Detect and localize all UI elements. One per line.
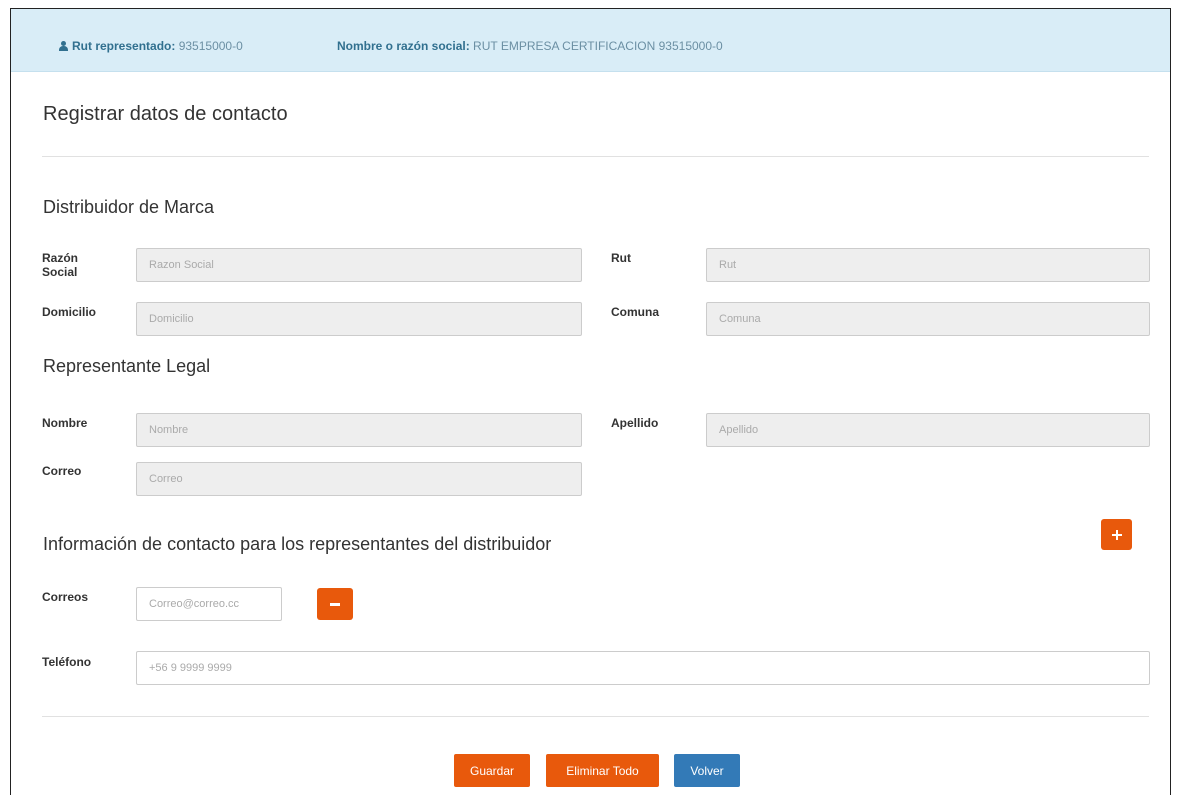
guardar-button[interactable]: Guardar	[454, 754, 530, 787]
name-label: Nombre o razón social:	[337, 39, 470, 53]
rut-label: Rut representado:	[72, 39, 176, 53]
section-representante-title: Representante Legal	[43, 356, 211, 376]
rut-input[interactable]	[706, 248, 1150, 282]
domicilio-label: Domicilio	[42, 305, 97, 319]
telefono-input[interactable]	[136, 651, 1150, 685]
page-title: Registrar datos de contacto	[43, 103, 288, 125]
apellido-label: Apellido	[611, 416, 659, 430]
user-icon	[59, 41, 68, 51]
minus-icon	[330, 602, 340, 606]
rut-value: 93515000-0	[178, 39, 243, 53]
nombre-label: Nombre	[42, 416, 88, 430]
nombre-input[interactable]	[136, 413, 582, 447]
razon-social-input[interactable]	[136, 248, 582, 282]
correo-label: Correo	[42, 464, 82, 478]
apellido-input[interactable]	[706, 413, 1150, 447]
info-bar: Rut representado: 93515000-0 Nombre o ra…	[11, 9, 1170, 72]
razon-social-info: Nombre o razón social: RUT EMPRESA CERTI…	[337, 39, 723, 53]
divider-bottom	[42, 716, 1149, 717]
correos-label: Correos	[42, 590, 89, 604]
plus-icon	[1111, 529, 1122, 540]
name-value: RUT EMPRESA CERTIFICACION 93515000-0	[473, 39, 723, 53]
remove-email-button[interactable]	[317, 588, 353, 620]
correos-input[interactable]	[136, 587, 282, 621]
rut-representado: Rut representado: 93515000-0	[59, 39, 243, 53]
section-contacto-title: Información de contacto para los represe…	[43, 534, 552, 554]
volver-button[interactable]: Volver	[674, 754, 740, 787]
divider	[42, 156, 1149, 157]
comuna-input[interactable]	[706, 302, 1150, 336]
telefono-label: Teléfono	[42, 655, 92, 669]
add-email-button[interactable]	[1101, 519, 1132, 550]
section-distribuidor-title: Distribuidor de Marca	[43, 197, 215, 217]
razon-social-label: Razón Social	[42, 251, 78, 279]
rut-label-field: Rut	[611, 251, 631, 265]
correo-input[interactable]	[136, 462, 582, 496]
comuna-label: Comuna	[611, 305, 659, 319]
eliminar-todo-button[interactable]: Eliminar Todo	[546, 754, 659, 787]
domicilio-input[interactable]	[136, 302, 582, 336]
